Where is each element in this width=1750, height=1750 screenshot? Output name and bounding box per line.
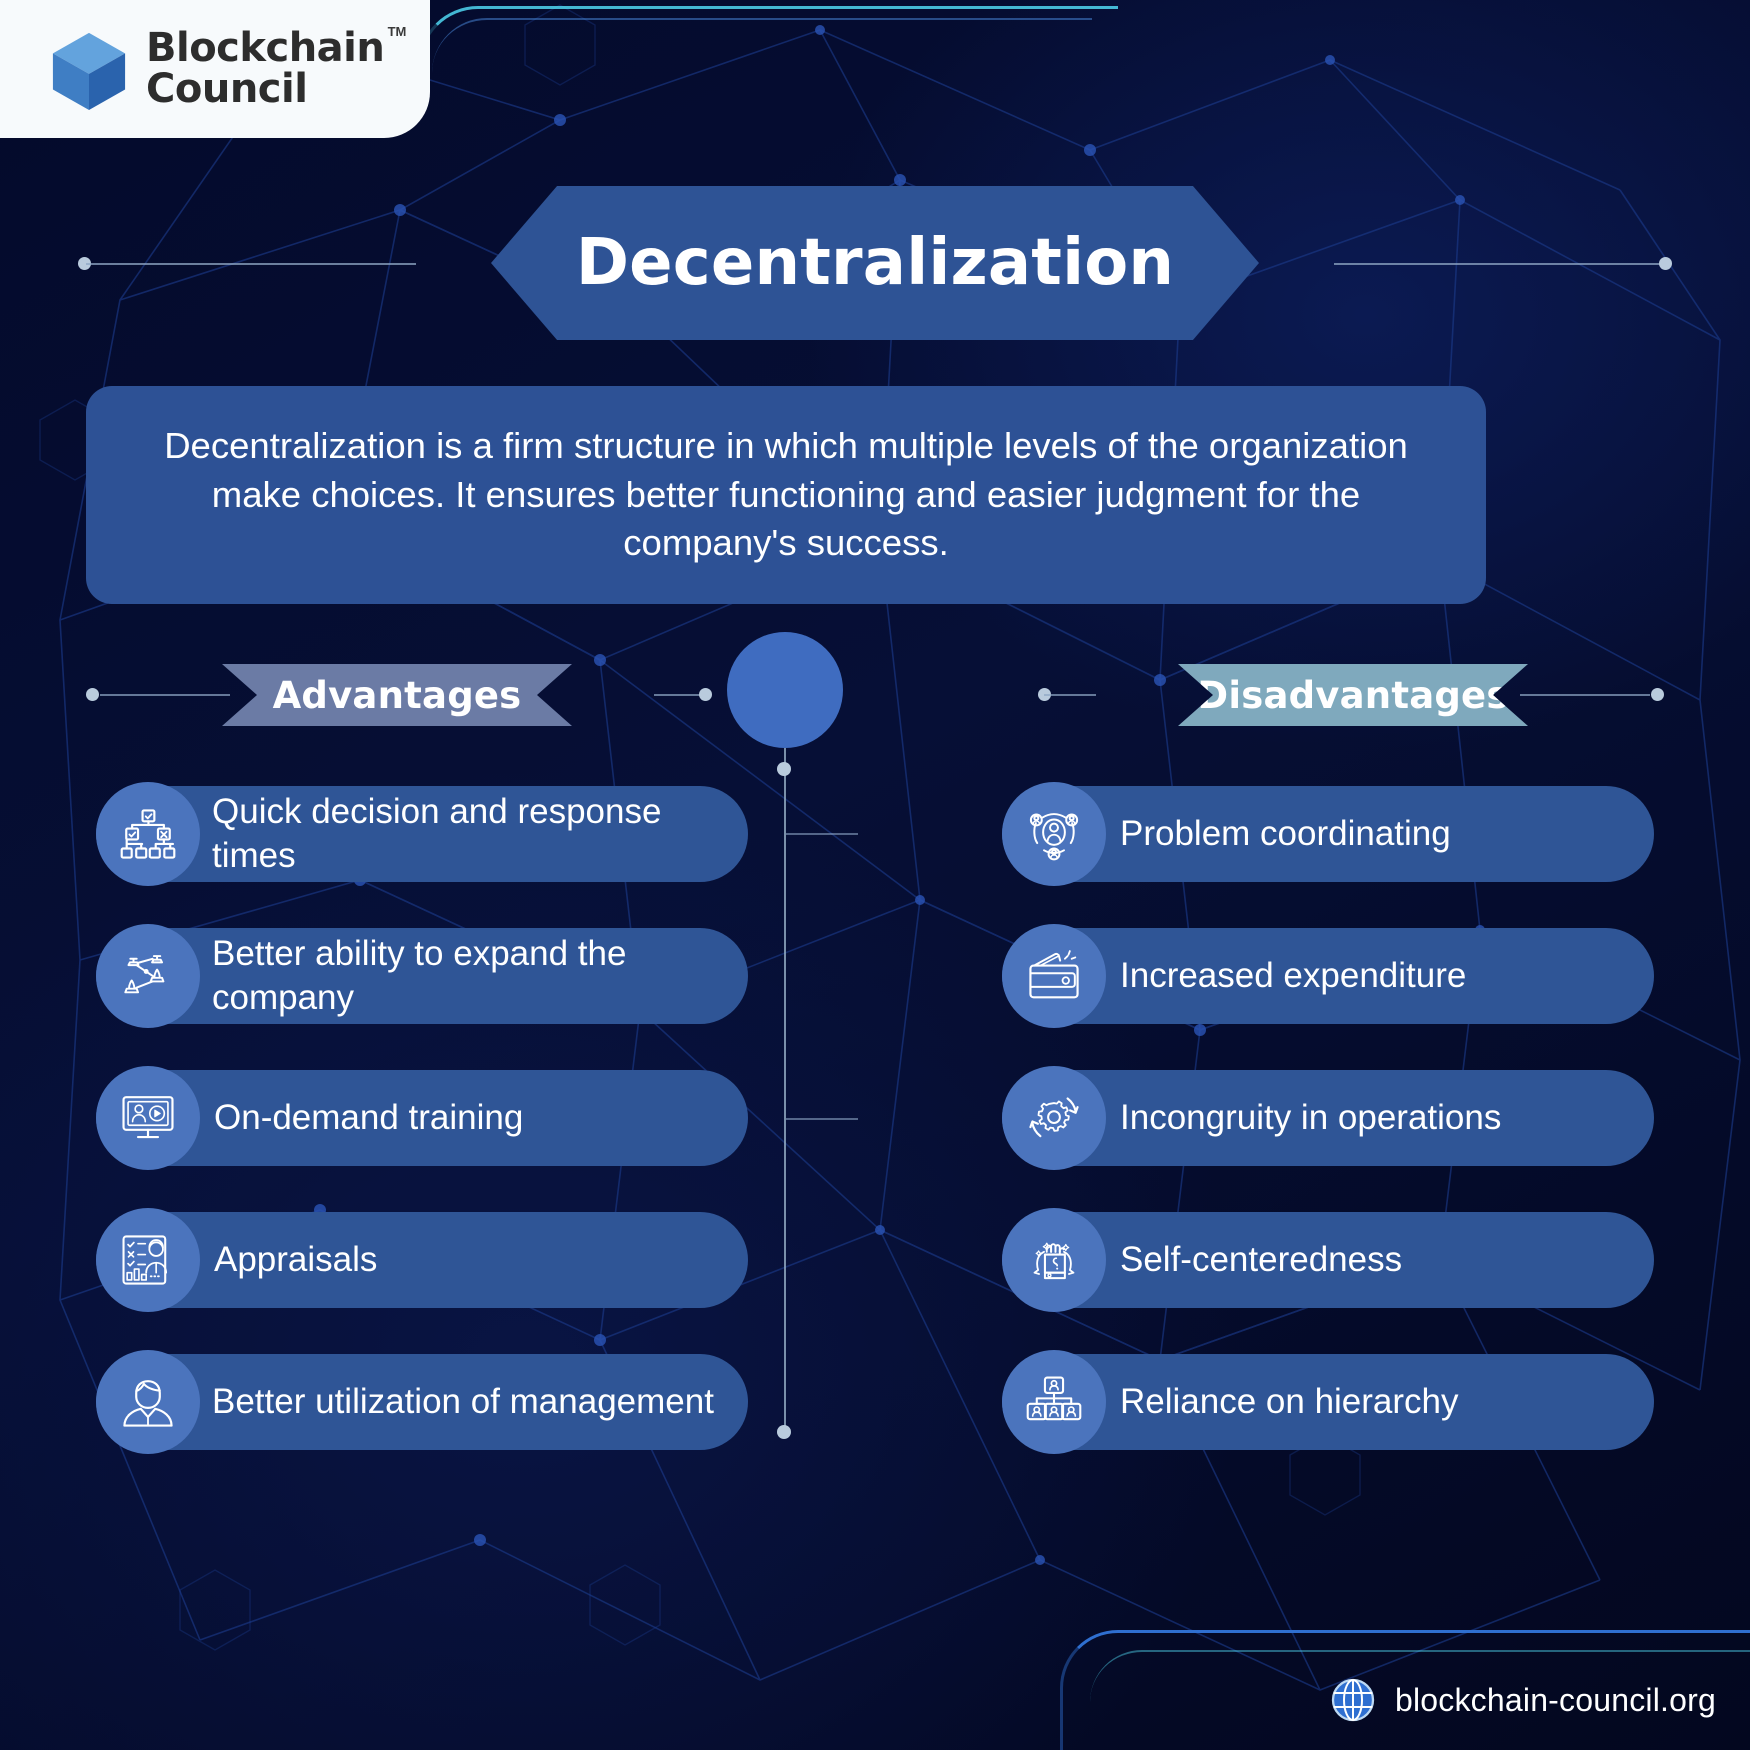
people-network-icon	[1002, 782, 1106, 886]
list-item[interactable]: On-demand training	[96, 1066, 748, 1170]
title-rule-dot-right	[1659, 257, 1672, 270]
disadvantages-list: Problem coordinating Increased expenditu…	[1002, 782, 1654, 1496]
globe-icon	[1329, 1676, 1377, 1724]
manager-person-icon	[96, 1350, 200, 1454]
advantages-rule-dot-left	[86, 688, 99, 701]
disadvantages-rule-dot-right	[1651, 688, 1664, 701]
gear-cycle-icon	[1002, 1066, 1106, 1170]
center-stem-dot-top	[777, 762, 791, 776]
trademark-symbol: TM	[387, 23, 407, 39]
list-item-label: On-demand training	[214, 1097, 524, 1137]
advantages-rule-dot-right	[699, 688, 712, 701]
list-item[interactable]: Better ability to expand the company	[96, 924, 748, 1028]
center-stem-dot-bottom	[777, 1425, 791, 1439]
title-rule-right	[1334, 263, 1664, 265]
network-expand-icon	[96, 924, 200, 1028]
disadvantages-header: Disadvantages	[1038, 664, 1664, 764]
list-item[interactable]: Self-centeredness	[1002, 1208, 1654, 1312]
brand-logo-panel: Blockchain Council TM	[0, 0, 430, 138]
list-item-label: Better ability to expand the company	[212, 933, 627, 1017]
footer-url: blockchain-council.org	[1394, 1681, 1716, 1718]
disadvantages-rule-left	[1044, 694, 1096, 696]
list-item-label: Appraisals	[214, 1239, 378, 1279]
list-item-label: Incongruity in operations	[1120, 1097, 1502, 1137]
raised-fist-icon	[1002, 1208, 1106, 1312]
disadvantages-ribbon: Disadvantages	[1178, 664, 1528, 726]
advantages-rule-left	[100, 694, 230, 696]
list-item[interactable]: Quick decision and response times	[96, 782, 748, 886]
list-item-label: Quick decision and response times	[212, 791, 662, 875]
list-item[interactable]: Problem coordinating	[1002, 782, 1654, 886]
list-item[interactable]: Reliance on hierarchy	[1002, 1350, 1654, 1454]
list-item-label: Self-centeredness	[1120, 1239, 1403, 1279]
disadvantages-rule-right	[1520, 694, 1650, 696]
advantages-ribbon: Advantages	[222, 664, 572, 726]
disadvantages-label: Disadvantages	[1197, 673, 1509, 717]
list-item-label: Increased expenditure	[1120, 955, 1467, 995]
list-item[interactable]: Better utilization of management	[96, 1350, 748, 1454]
list-item[interactable]: Incongruity in operations	[1002, 1066, 1654, 1170]
title-rule-left	[86, 263, 416, 265]
advantages-header: Advantages	[86, 664, 712, 764]
description-text: Decentralization is a firm structure in …	[164, 425, 1408, 564]
wallet-icon	[1002, 924, 1106, 1028]
accent-arc-top-secondary	[432, 18, 1092, 78]
list-item-label: Problem coordinating	[1120, 813, 1451, 853]
brand-name-line2: Council	[146, 66, 308, 112]
list-item[interactable]: Appraisals	[96, 1208, 748, 1312]
list-item-label: Reliance on hierarchy	[1120, 1381, 1459, 1421]
connector-line-right-3	[786, 1118, 858, 1120]
checklist-person-icon	[96, 1208, 200, 1312]
brand-name: Blockchain Council TM	[146, 24, 406, 112]
advantages-label: Advantages	[272, 673, 522, 717]
list-item-label: Better utilization of management	[212, 1381, 714, 1421]
center-stem-line	[784, 748, 786, 1438]
connector-line-right-1	[786, 833, 858, 835]
title-banner: Decentralization	[491, 186, 1259, 340]
list-item[interactable]: Increased expenditure	[1002, 924, 1654, 1028]
center-hub-circle	[727, 632, 843, 748]
page-title: Decentralization	[575, 226, 1175, 300]
title-section: Decentralization	[0, 186, 1750, 340]
footer: blockchain-council.org	[1329, 1676, 1716, 1724]
decision-tree-icon	[96, 782, 200, 886]
brand-name-line1: Blockchain	[146, 24, 385, 71]
cube-icon	[48, 28, 130, 110]
advantages-list: Quick decision and response times Better…	[96, 782, 748, 1496]
monitor-training-icon	[96, 1066, 200, 1170]
hierarchy-icon	[1002, 1350, 1106, 1454]
description-panel: Decentralization is a firm structure in …	[86, 386, 1486, 604]
